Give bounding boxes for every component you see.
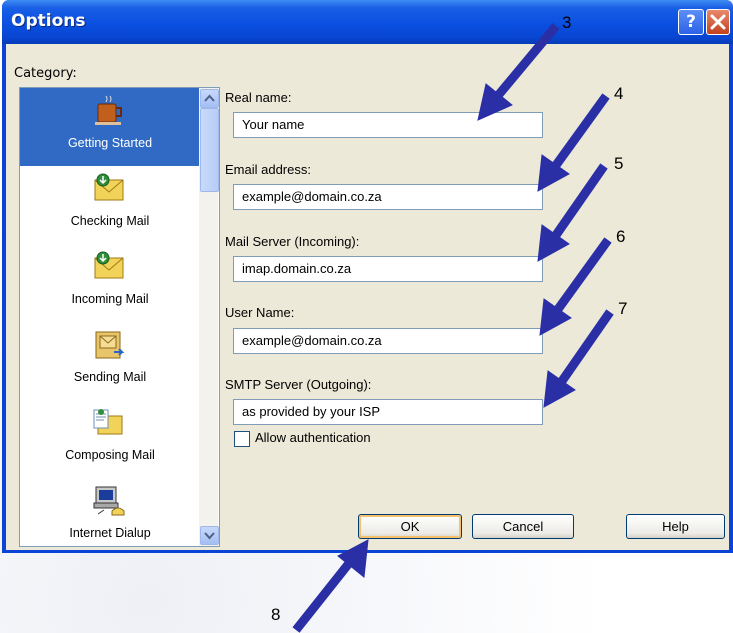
arrow-6 bbox=[552, 237, 612, 315]
arrow-7 bbox=[556, 309, 614, 387]
annotation-4: 4 bbox=[614, 84, 624, 103]
annotation-7: 7 bbox=[618, 299, 628, 318]
arrow-3 bbox=[492, 23, 560, 101]
annotation-6: 6 bbox=[616, 227, 626, 246]
annotation-8: 8 bbox=[271, 605, 281, 624]
annotation-5: 5 bbox=[614, 154, 624, 173]
arrow-8 bbox=[292, 559, 354, 633]
annotation-3: 3 bbox=[562, 13, 572, 32]
arrow-4 bbox=[550, 93, 610, 171]
